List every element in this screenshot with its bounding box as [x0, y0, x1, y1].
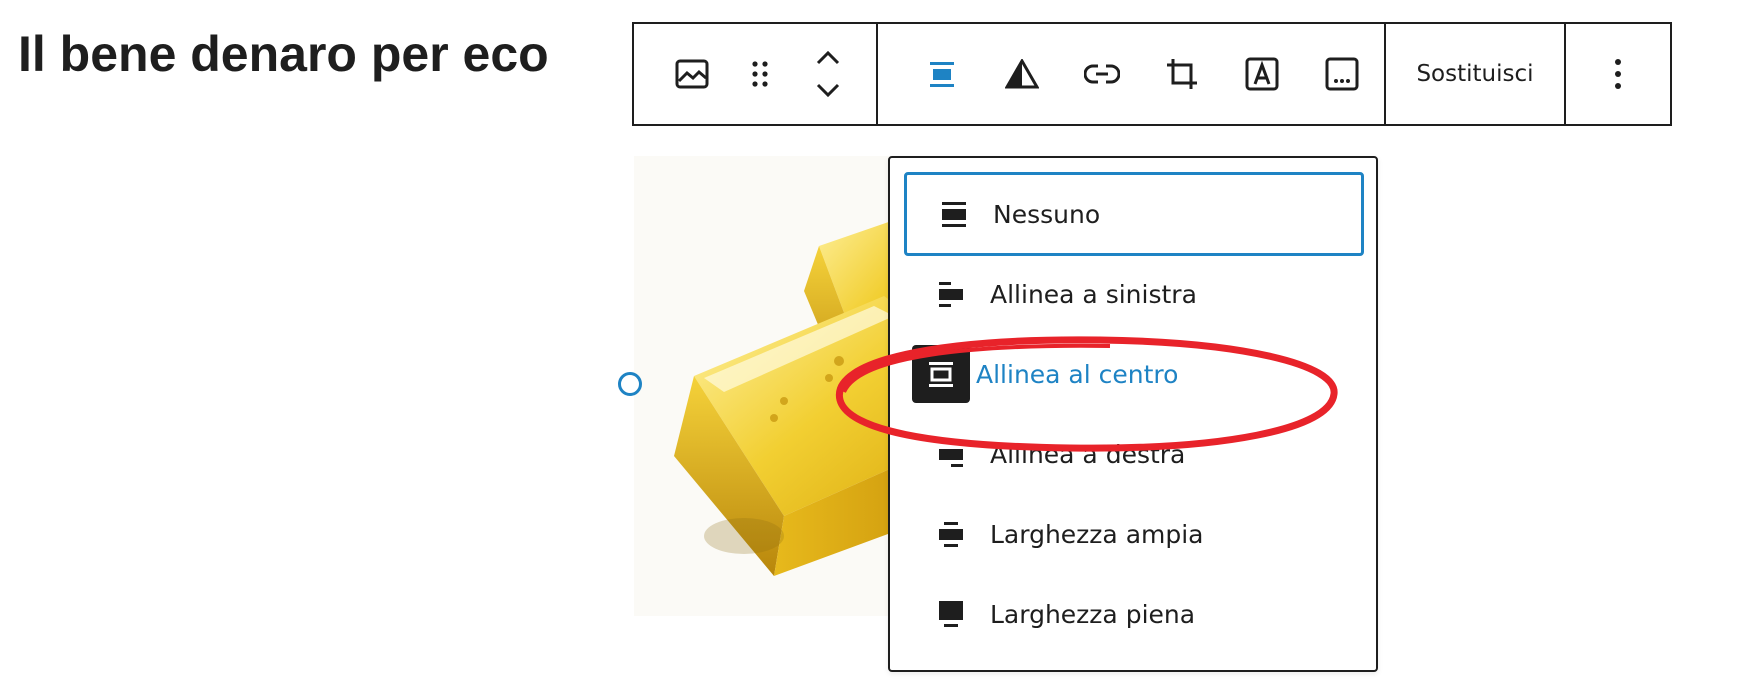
- alignment-menu: Nessuno Allinea a sinistra Allinea al ce…: [888, 156, 1378, 672]
- menu-item-full-width[interactable]: Larghezza piena: [904, 572, 1364, 656]
- block-toolbar-group-replace: Sostituisci: [1384, 24, 1564, 124]
- align-left-icon: [922, 265, 980, 323]
- align-center-icon: [912, 345, 970, 403]
- block-toolbar-group-options: [1564, 24, 1670, 124]
- align-right-icon: [922, 425, 980, 483]
- align-none-icon: [925, 185, 983, 243]
- full-width-icon: [922, 585, 980, 643]
- image-resize-handle[interactable]: [618, 372, 642, 396]
- duotone-icon[interactable]: [982, 43, 1062, 105]
- post-heading[interactable]: Il bene denaro per eco: [18, 14, 549, 94]
- menu-item-align-center[interactable]: Allinea al centro: [904, 332, 1364, 416]
- menu-item-none[interactable]: Nessuno: [904, 172, 1364, 256]
- menu-item-label: Allinea a sinistra: [990, 279, 1197, 309]
- menu-item-align-right[interactable]: Allinea a destra: [904, 412, 1364, 496]
- menu-item-label: Allinea al centro: [976, 359, 1179, 389]
- block-toolbar: Sostituisci: [632, 22, 1672, 126]
- menu-item-align-left[interactable]: Allinea a sinistra: [904, 252, 1364, 336]
- menu-item-label: Nessuno: [993, 199, 1101, 229]
- image-icon[interactable]: [658, 43, 726, 105]
- menu-item-wide-width[interactable]: Larghezza ampia: [904, 492, 1364, 576]
- text-overlay-icon[interactable]: [1222, 43, 1302, 105]
- wide-width-icon: [922, 505, 980, 563]
- menu-item-label: Larghezza piena: [990, 599, 1196, 629]
- block-toolbar-group-tools: [876, 24, 1384, 124]
- menu-item-label: Larghezza ampia: [990, 519, 1204, 549]
- crop-icon[interactable]: [1142, 43, 1222, 105]
- align-center-icon[interactable]: [902, 43, 982, 105]
- link-icon[interactable]: [1062, 43, 1142, 105]
- menu-item-label: Allinea a destra: [990, 439, 1186, 469]
- block-toolbar-group-block: [634, 24, 876, 124]
- replace-button[interactable]: Sostituisci: [1416, 61, 1533, 87]
- caption-icon[interactable]: [1302, 43, 1382, 105]
- move-up-down-icon[interactable]: [794, 43, 862, 105]
- more-options-icon[interactable]: [1587, 43, 1649, 105]
- drag-handle-icon[interactable]: [726, 43, 794, 105]
